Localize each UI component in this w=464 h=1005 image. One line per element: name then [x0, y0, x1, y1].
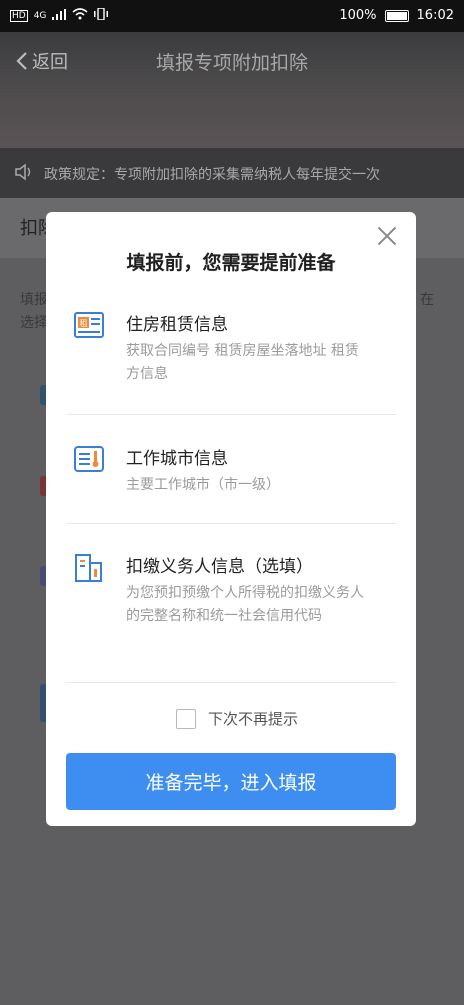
battery-icon: [384, 9, 409, 22]
dialog-title: 填报前，您需要提前准备: [126, 252, 336, 274]
background-text: 填报: [20, 292, 48, 308]
background-text: 选择: [20, 315, 48, 331]
prep-item-rental: 租 住房租赁信息 获取合同编号 租赁房屋坐落地址 租赁方信息: [74, 310, 396, 390]
dont-show-again-label: 下次不再提示: [208, 710, 299, 728]
signal-icon: [52, 8, 67, 24]
divider: [66, 523, 396, 524]
prep-item-city: 工作城市信息 主要工作城市（市一级）: [74, 444, 396, 504]
divider: [66, 414, 396, 415]
close-icon[interactable]: [376, 224, 398, 246]
preparation-dialog: 填报前，您需要提前准备 租 住房租赁信息 获取合同编号 租赁房屋坐落地址 租赁方…: [46, 212, 416, 826]
page-title: 填报专项附加扣除: [155, 52, 308, 74]
wifi-icon: [72, 8, 88, 24]
item-description: 主要工作城市（市一级）: [126, 477, 280, 493]
dont-show-again-toggle[interactable]: 下次不再提示: [176, 708, 298, 729]
status-bar: HD 4G 100% 16:02: [0, 0, 464, 32]
background-text: 在: [420, 292, 434, 308]
battery-percent: 100%: [339, 8, 377, 23]
building-icon: [74, 554, 104, 586]
vibrate-icon: [94, 7, 109, 24]
item-description: 为您预扣预缴个人所得税的扣缴义务人的完整名称和统一社会信用代码: [126, 585, 364, 624]
rental-contract-icon: 租: [74, 312, 104, 342]
app-header: 返回 填报专项附加扣除: [0, 32, 464, 148]
item-description: 获取合同编号 租赁房屋坐落地址 租赁方信息: [126, 343, 359, 382]
hd-icon: HD: [10, 10, 28, 22]
prep-item-withholder: 扣缴义务人信息（选填） 为您预扣预缴个人所得税的扣缴义务人的完整名称和统一社会信…: [74, 552, 396, 662]
network-label: 4G: [33, 11, 47, 21]
rental-icon-text: 租: [80, 319, 88, 328]
confirm-button[interactable]: 准备完毕，进入填报: [66, 753, 396, 810]
city-info-icon: [74, 446, 104, 476]
item-name: 工作城市信息: [126, 449, 228, 469]
notice-text: 政策规定：专项附加扣除的采集需纳税人每年提交一次: [44, 167, 380, 183]
clock: 16:02: [416, 8, 454, 23]
divider: [66, 682, 396, 683]
speaker-icon: [15, 163, 31, 181]
policy-notice: 政策规定：专项附加扣除的采集需纳税人每年提交一次: [0, 148, 464, 198]
checkbox[interactable]: [176, 708, 196, 729]
item-name: 住房租赁信息: [126, 315, 228, 335]
item-name: 扣缴义务人信息（选填）: [126, 557, 313, 577]
